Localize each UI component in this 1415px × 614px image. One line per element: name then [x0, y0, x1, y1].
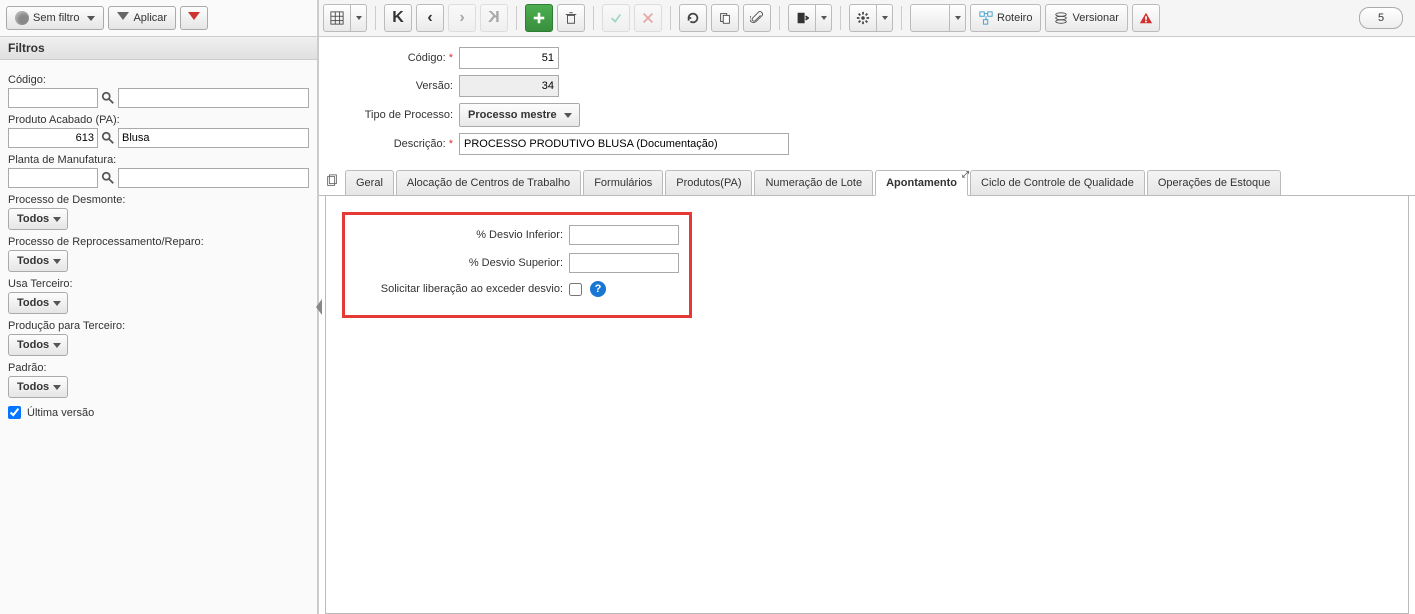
apply-filter-label: Aplicar — [133, 12, 167, 24]
apply-filter-button[interactable]: Aplicar — [108, 6, 176, 30]
tabs-bar: Geral Alocação de Centros de Trabalho Fo… — [319, 169, 1415, 196]
funnel-icon — [117, 12, 129, 24]
roteiro-button[interactable]: Roteiro — [970, 4, 1041, 32]
pa-lookup-icon[interactable] — [100, 130, 116, 146]
grid-view-button[interactable] — [323, 4, 351, 32]
first-record-button[interactable]: K — [384, 4, 412, 32]
settings-button[interactable] — [849, 4, 877, 32]
pa-filter-label: Produto Acabado (PA): — [8, 114, 309, 126]
prev-record-button[interactable]: ‹ — [416, 4, 444, 32]
highlight-box: % Desvio Inferior: % Desvio Superior: So… — [342, 212, 692, 318]
expand-icon: ⤢ — [962, 169, 969, 180]
padrao-filter-label: Padrão: — [8, 362, 309, 374]
pa-desc-input[interactable] — [118, 128, 309, 148]
planta-code-input[interactable] — [8, 168, 98, 188]
padrao-select[interactable]: Todos — [8, 376, 68, 398]
desmonte-filter-label: Processo de Desmonte: — [8, 194, 309, 206]
chevron-right-icon: › — [459, 9, 464, 27]
tab-content-apontamento: % Desvio Inferior: % Desvio Superior: So… — [325, 196, 1409, 614]
save-button[interactable] — [602, 4, 630, 32]
tab-formularios[interactable]: Formulários — [583, 170, 663, 195]
pa-code-input[interactable] — [8, 128, 98, 148]
desvio-inferior-input[interactable] — [569, 225, 679, 245]
ultima-versao-checkbox[interactable] — [8, 406, 21, 419]
main-panel: K ‹ › K — [318, 0, 1415, 614]
tipo-processo-label: Tipo de Processo: — [329, 109, 459, 121]
attach-button[interactable] — [743, 4, 771, 32]
versionar-label: Versionar — [1072, 12, 1118, 24]
tab-numeracao[interactable]: Numeração de Lote — [754, 170, 873, 195]
tab-alocacao[interactable]: Alocação de Centros de Trabalho — [396, 170, 581, 195]
alert-button[interactable] — [1132, 4, 1160, 32]
header-form: Código: * Versão: Tipo de Processo: Proc… — [319, 37, 1415, 165]
solicitar-liberacao-checkbox[interactable] — [569, 283, 582, 296]
versao-field — [459, 75, 559, 97]
record-counter[interactable]: 5 — [1359, 7, 1403, 29]
tab-produtos[interactable]: Produtos(PA) — [665, 170, 752, 195]
codigo-filter-label: Código: — [8, 74, 309, 86]
refresh-button[interactable] — [679, 4, 707, 32]
tipo-processo-select[interactable]: Processo mestre — [459, 103, 580, 127]
tab-estoque[interactable]: Operações de Estoque — [1147, 170, 1282, 195]
roteiro-label: Roteiro — [997, 12, 1032, 24]
ultima-versao-label: Última versão — [27, 407, 94, 419]
desvio-inferior-label: % Desvio Inferior: — [349, 229, 569, 241]
tab-geral[interactable]: Geral — [345, 170, 394, 195]
last-icon: K — [488, 9, 500, 27]
export-dropdown[interactable] — [816, 4, 832, 32]
extra-action-dropdown[interactable] — [950, 4, 966, 32]
copy-button[interactable] — [711, 4, 739, 32]
desvio-superior-input[interactable] — [569, 253, 679, 273]
last-record-button[interactable]: K — [480, 4, 508, 32]
prod-terceiro-filter-label: Produção para Terceiro: — [8, 320, 309, 332]
versionar-button[interactable]: Versionar — [1045, 4, 1127, 32]
planta-desc-input[interactable] — [118, 168, 309, 188]
chevron-left-icon: ‹ — [427, 9, 432, 27]
next-record-button[interactable]: › — [448, 4, 476, 32]
delete-button[interactable] — [557, 4, 585, 32]
tab-apontamento[interactable]: Apontamento⤢ — [875, 170, 968, 196]
codigo-field[interactable] — [459, 47, 559, 69]
settings-dropdown[interactable] — [877, 4, 893, 32]
reparo-select[interactable]: Todos — [8, 250, 68, 272]
terceiro-filter-label: Usa Terceiro: — [8, 278, 309, 290]
reparo-filter-label: Processo de Reprocessamento/Reparo: — [8, 236, 309, 248]
descricao-label: Descrição: * — [329, 138, 459, 150]
cancel-button[interactable] — [634, 4, 662, 32]
grid-view-dropdown[interactable] — [351, 4, 367, 32]
codigo-label: Código: * — [329, 52, 459, 64]
globe-icon — [15, 11, 29, 25]
codigo-lookup-icon[interactable] — [100, 90, 116, 106]
codigo-filter-input[interactable] — [8, 88, 98, 108]
solicitar-liberacao-label: Solicitar liberação ao exceder desvio: — [349, 283, 569, 295]
terceiro-select[interactable]: Todos — [8, 292, 68, 314]
main-toolbar: K ‹ › K — [319, 0, 1415, 37]
clear-filter-button[interactable] — [180, 6, 208, 30]
tab-qualidade[interactable]: Ciclo de Controle de Qualidade — [970, 170, 1145, 195]
versionar-icon — [1054, 11, 1068, 25]
planta-lookup-icon[interactable] — [100, 170, 116, 186]
desmonte-select[interactable]: Todos — [8, 208, 68, 230]
roteiro-icon — [979, 11, 993, 25]
filter-sidebar: Sem filtro Aplicar Filtros Código: Produ… — [0, 0, 318, 614]
first-icon: K — [392, 9, 404, 27]
codigo-filter-desc[interactable] — [118, 88, 309, 108]
add-button[interactable] — [525, 4, 553, 32]
extra-action-button[interactable] — [910, 4, 950, 32]
filter-preset-label: Sem filtro — [33, 12, 79, 24]
desvio-superior-label: % Desvio Superior: — [349, 257, 569, 269]
filters-header: Filtros — [0, 37, 317, 60]
filter-preset-dropdown[interactable]: Sem filtro — [6, 6, 104, 30]
descricao-field[interactable] — [459, 133, 789, 155]
panel-splitter[interactable] — [314, 287, 324, 327]
tabs-copy-icon[interactable] — [325, 174, 339, 191]
alert-triangle-icon — [1139, 11, 1153, 25]
prod-terceiro-select[interactable]: Todos — [8, 334, 68, 356]
funnel-clear-icon — [188, 12, 200, 24]
export-button[interactable] — [788, 4, 816, 32]
help-icon[interactable]: ? — [590, 281, 606, 297]
versao-label: Versão: — [329, 80, 459, 92]
planta-filter-label: Planta de Manufatura: — [8, 154, 309, 166]
